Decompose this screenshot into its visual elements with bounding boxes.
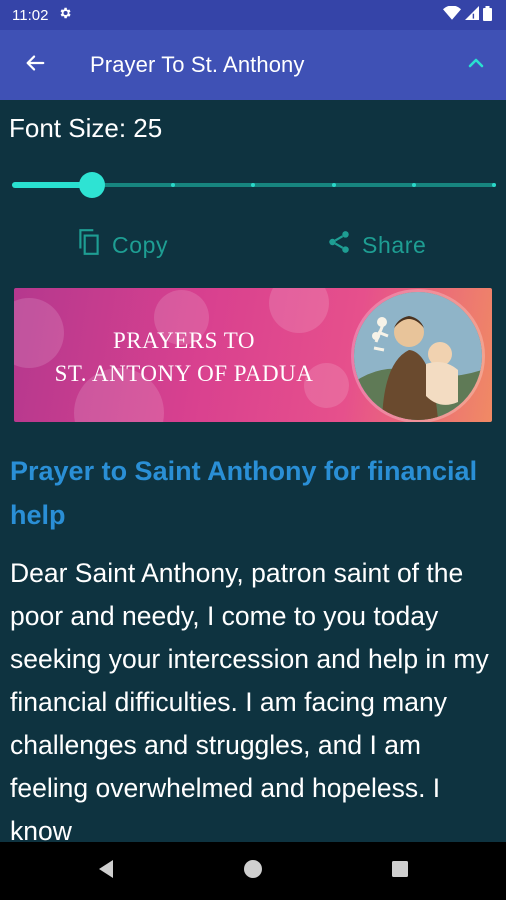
battery-icon [483,5,492,25]
saint-anthony-portrait [354,292,482,420]
share-icon [326,229,352,261]
slider-tick [412,183,416,187]
slider-tick [251,183,255,187]
status-right [443,5,492,25]
wifi-icon [443,5,461,24]
slider-tick [171,183,175,187]
share-button[interactable]: Share [326,224,426,266]
arrow-back-icon [24,52,46,79]
banner-line-1: PRAYERS TO [112,328,255,353]
font-size-slider[interactable] [12,168,496,202]
banner-text: PRAYERS TO ST. ANTONY OF PADUA [14,324,354,390]
font-size-text: Font Size: 25 [9,113,163,143]
gear-icon [58,6,72,24]
app-bar: Prayer To St. Anthony [0,30,506,100]
copy-icon [76,228,102,262]
collapse-button[interactable] [446,30,506,100]
copy-button[interactable]: Copy [76,224,168,266]
share-label: Share [362,231,427,258]
nav-recents-button[interactable] [370,842,430,900]
page-title: Prayer To St. Anthony [90,52,305,77]
circle-home-icon [243,859,263,884]
nav-back-button[interactable] [76,842,136,900]
square-recents-icon [391,860,409,883]
system-nav-bar [0,842,506,900]
cellular-signal-icon [465,6,479,24]
slider-tick [332,183,336,187]
font-size-label: Font Size: 25 [9,113,162,144]
screen: 11:02 Prayer To St. Anthony Font Size: 2… [0,0,506,900]
saint-portrait-illustration [354,292,482,420]
back-button[interactable] [0,30,70,100]
prayer-body: Dear Saint Anthony, patron saint of the … [10,558,489,842]
status-left: 11:02 [12,6,72,24]
triangle-back-icon [97,859,115,884]
status-time: 11:02 [12,6,49,24]
prayer-banner-image: PRAYERS TO ST. ANTONY OF PADUA [14,288,492,422]
chevron-up-icon [467,56,485,74]
slider-thumb[interactable] [79,172,105,198]
status-bar: 11:02 [0,0,506,30]
copy-label: Copy [112,231,169,258]
nav-home-button[interactable] [223,842,283,900]
banner-line-2: ST. ANTONY OF PADUA [54,361,314,386]
prayer-title: Prayer to Saint Anthony for financial he… [10,456,478,530]
slider-tick [492,183,496,187]
